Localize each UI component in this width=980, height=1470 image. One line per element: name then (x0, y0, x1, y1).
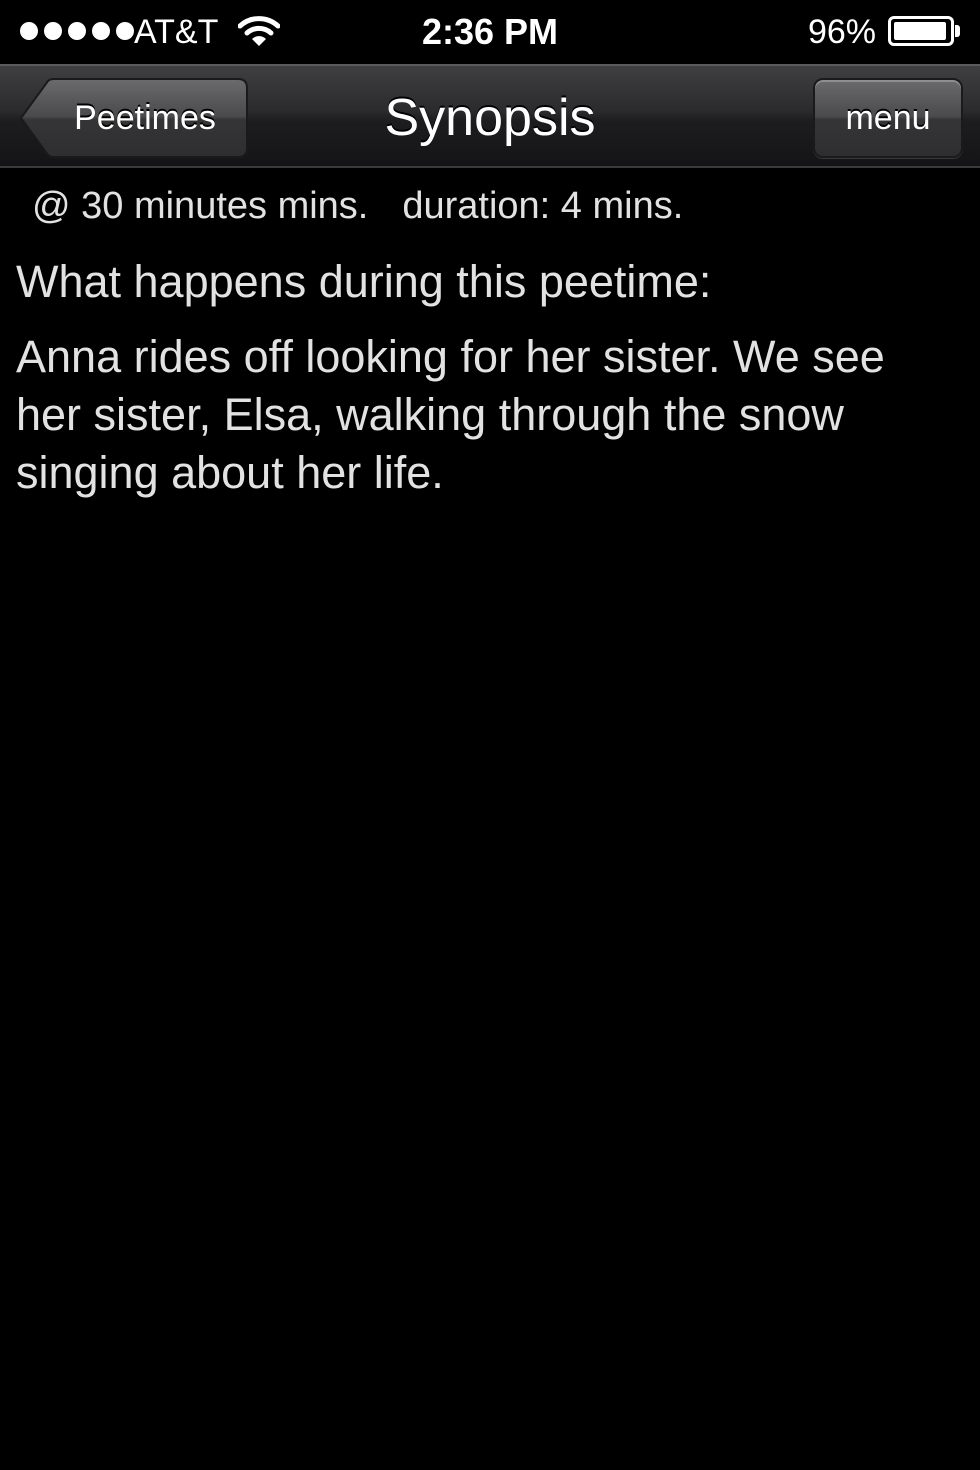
battery-fill (894, 22, 946, 40)
status-bar: AT&T 2:36 PM 96% (0, 0, 980, 64)
battery-icon (888, 16, 954, 46)
section-heading: What happens during this peetime: (16, 256, 712, 307)
start-time: @ 30 minutes mins. (32, 185, 369, 227)
duration: duration: 4 mins. (402, 185, 684, 227)
timing-line: @ 30 minutes mins. duration: 4 mins. (32, 182, 683, 230)
battery-cap (955, 25, 960, 37)
synopsis-text: Anna rides off looking for her sister. W… (16, 331, 885, 498)
navigation-bar: Peetimes Synopsis menu (0, 64, 980, 168)
battery-percent: 96% (807, 13, 876, 51)
menu-button[interactable]: menu (813, 78, 963, 158)
